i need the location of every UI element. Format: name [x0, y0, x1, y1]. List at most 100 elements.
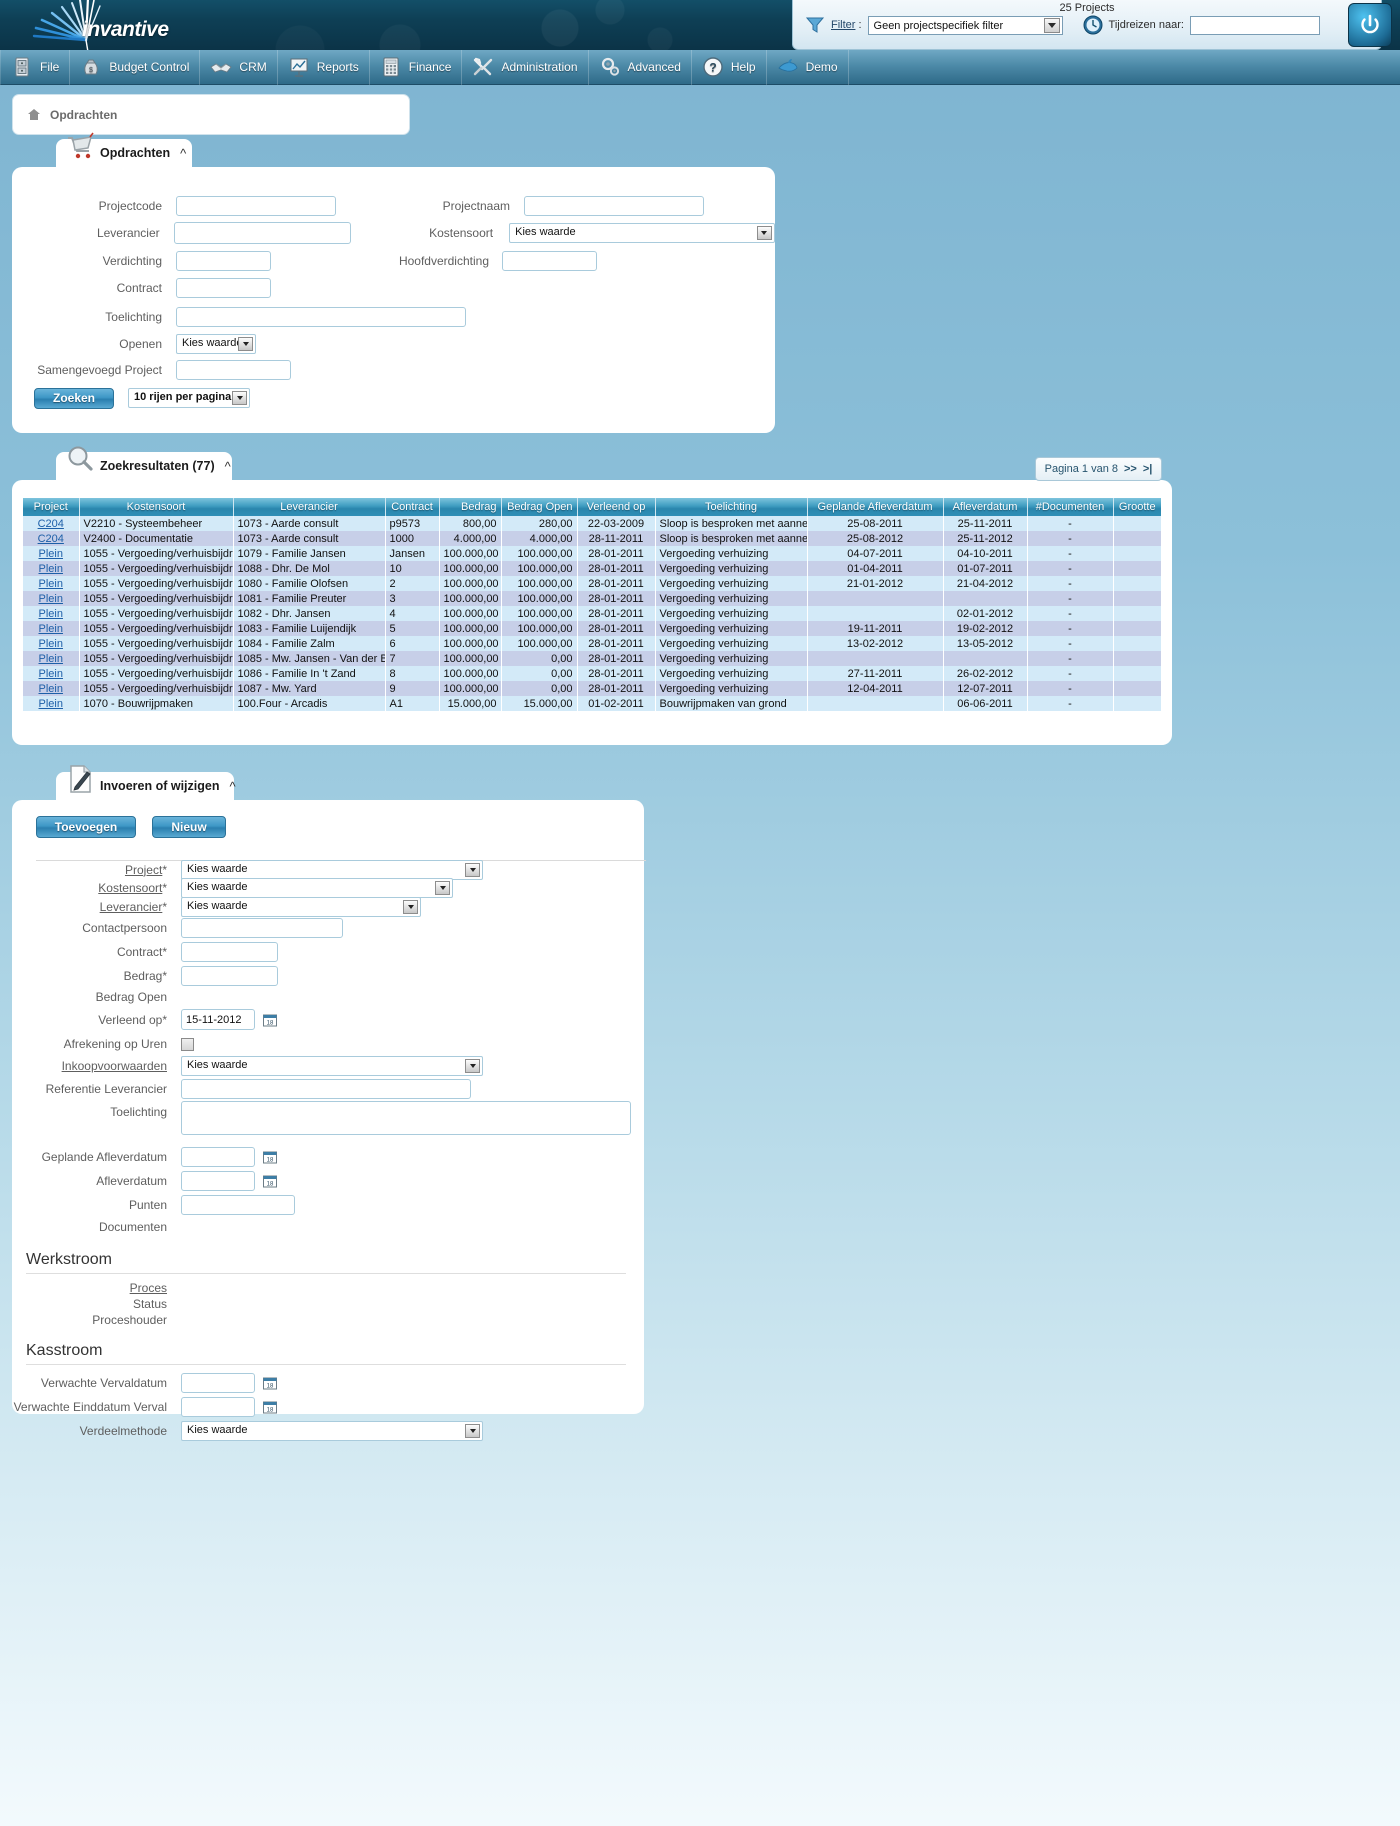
chevron-up-icon[interactable]: ^: [229, 779, 235, 794]
chevron-up-icon[interactable]: ^: [225, 459, 231, 474]
project-link[interactable]: Plein: [39, 593, 63, 605]
contract-input[interactable]: [176, 278, 271, 298]
cell-project[interactable]: Plein: [23, 636, 80, 651]
breadcrumb[interactable]: Opdrachten: [12, 94, 410, 135]
menu-item-demo[interactable]: Demo: [767, 49, 849, 85]
table-row[interactable]: Plein1055 - Vergoeding/verhuisbijdrage10…: [23, 621, 1162, 636]
project-link[interactable]: Plein: [39, 698, 63, 710]
chevron-down-icon[interactable]: [238, 337, 253, 351]
project-link[interactable]: Plein: [39, 653, 63, 665]
menu-item-administration[interactable]: Administration: [462, 49, 589, 85]
filter-link[interactable]: Filter: [831, 19, 855, 31]
chevron-down-icon[interactable]: [1043, 17, 1060, 33]
chevron-down-icon[interactable]: [435, 881, 450, 895]
inkoopvoorwaarden-label[interactable]: Inkoopvoorwaarden: [62, 1059, 167, 1073]
table-row[interactable]: Plein1055 - Vergoeding/verhuisbijdrage10…: [23, 651, 1162, 666]
project-link[interactable]: Plein: [39, 578, 63, 590]
cell-project[interactable]: Plein: [23, 561, 80, 576]
col-kostensoort[interactable]: Kostensoort: [79, 498, 234, 516]
col-documenten[interactable]: #Documenten: [1027, 498, 1114, 516]
calendar-icon[interactable]: 18: [263, 1400, 277, 1414]
menu-item-crm[interactable]: CRM: [200, 49, 278, 85]
calendar-icon[interactable]: 18: [263, 1013, 277, 1027]
referentie-leverancier-input[interactable]: [181, 1079, 471, 1099]
col-project[interactable]: Project: [23, 498, 80, 516]
project-label[interactable]: Project: [125, 863, 162, 877]
table-row[interactable]: C204 V2210 - Systeembeheer 1073 - Aarde co…: [23, 516, 1162, 531]
chevron-down-icon[interactable]: [403, 899, 418, 914]
cell-project[interactable]: Plein: [23, 681, 80, 696]
project-filter-select[interactable]: Geen projectspecifiek filter: [867, 15, 1063, 35]
calendar-icon[interactable]: 18: [263, 1150, 277, 1164]
contract-input[interactable]: [181, 942, 278, 962]
verdichting-input[interactable]: [176, 250, 271, 271]
rows-per-page-select[interactable]: 10 rijen per pagina: [128, 388, 250, 408]
search-button[interactable]: Zoeken: [34, 387, 114, 409]
time-travel-input[interactable]: [1189, 15, 1320, 35]
cell-project[interactable]: Plein: [23, 546, 80, 561]
col-contract[interactable]: Contract: [385, 498, 440, 516]
projectnaam-input[interactable]: [524, 196, 704, 216]
col-leverancier[interactable]: Leverancier: [233, 498, 386, 516]
bedrag-input[interactable]: [181, 965, 278, 986]
table-row[interactable]: Plein1055 - Vergoeding/verhuisbijdrage10…: [23, 561, 1162, 576]
punten-input[interactable]: [181, 1195, 295, 1215]
col-afleverdatum[interactable]: Afleverdatum: [943, 498, 1028, 516]
calendar-icon[interactable]: 18: [263, 1376, 277, 1390]
kostensoort-label[interactable]: Kostensoort: [98, 881, 162, 895]
project-link[interactable]: Plein: [39, 683, 63, 695]
proces-label[interactable]: Proces: [130, 1281, 167, 1295]
project-link[interactable]: Plein: [39, 548, 63, 560]
project-link[interactable]: Plein: [39, 668, 63, 680]
time-travel-clock-icon[interactable]: [1083, 15, 1103, 35]
project-link[interactable]: C204: [38, 533, 64, 545]
col-verleend-op[interactable]: Verleend op: [577, 498, 656, 516]
menu-item-help[interactable]: ? Help: [692, 49, 767, 85]
new-button[interactable]: Nieuw: [152, 816, 226, 838]
pager-next-button[interactable]: >>: [1124, 463, 1137, 475]
kostensoort-select[interactable]: Kies waarde: [181, 878, 453, 898]
project-link[interactable]: Plein: [39, 563, 63, 575]
leverancier-input[interactable]: [173, 222, 351, 244]
cell-project[interactable]: Plein: [23, 666, 80, 681]
geplande-afleverdatum-input[interactable]: [181, 1147, 255, 1167]
table-row[interactable]: Plein 1070 - Bouwrijpmaken 100.Four - Arca…: [23, 696, 1162, 711]
table-row[interactable]: Plein1055 - Vergoeding/verhuisbijdrage10…: [23, 591, 1162, 606]
contactpersoon-input[interactable]: [181, 918, 343, 938]
toelichting-textarea[interactable]: [181, 1101, 631, 1135]
chevron-down-icon[interactable]: [232, 391, 247, 405]
project-select[interactable]: Kies waarde: [181, 859, 483, 880]
project-link[interactable]: C204: [38, 518, 64, 530]
verdeelmethode-select[interactable]: Kies waarde: [181, 1421, 483, 1441]
chevron-down-icon[interactable]: [756, 226, 772, 240]
col-bedrag-open[interactable]: Bedrag Open: [501, 498, 578, 516]
cell-project[interactable]: C204: [23, 516, 80, 531]
table-row[interactable]: Plein1055 - Vergoeding/verhuisbijdrage10…: [23, 666, 1162, 681]
results-panel-tab[interactable]: Zoekresultaten (77) ^: [56, 446, 232, 480]
table-row[interactable]: C204 V2400 - Documentatie 1073 - Aarde con…: [23, 531, 1162, 546]
kostensoort-select[interactable]: Kies waarde: [509, 223, 775, 243]
samengevoegd-project-input[interactable]: [176, 360, 291, 380]
verwachte-einddatum-verval-input[interactable]: [181, 1397, 255, 1417]
chevron-down-icon[interactable]: [465, 862, 480, 877]
afrekening-op-uren-checkbox[interactable]: [181, 1037, 194, 1051]
cell-project[interactable]: C204: [23, 531, 80, 546]
power-button[interactable]: [1348, 3, 1392, 47]
verwachte-vervaldatum-input[interactable]: [181, 1373, 255, 1393]
cell-project[interactable]: Plein: [23, 576, 80, 591]
afleverdatum-input[interactable]: [181, 1171, 255, 1191]
table-row[interactable]: Plein1055 - Vergoeding/verhuisbijdrage10…: [23, 636, 1162, 651]
menu-item-finance[interactable]: Finance: [370, 49, 463, 85]
table-row[interactable]: Plein1055 - Vergoeding/verhuisbijdrage10…: [23, 576, 1162, 591]
leverancier-label[interactable]: Leverancier: [100, 900, 163, 914]
chevron-down-icon[interactable]: [465, 1059, 480, 1073]
toelichting-input[interactable]: [176, 306, 466, 327]
cell-project[interactable]: Plein: [23, 606, 80, 621]
search-panel-tab[interactable]: Opdrachten ^: [56, 132, 192, 167]
col-bedrag[interactable]: Bedrag: [439, 498, 502, 516]
cell-project[interactable]: Plein: [23, 696, 80, 711]
col-geplande-afleverdatum[interactable]: Geplande Afleverdatum: [807, 498, 944, 516]
verleend-op-input[interactable]: [181, 1009, 255, 1030]
project-link[interactable]: Plein: [39, 638, 63, 650]
add-button[interactable]: Toevoegen: [36, 816, 136, 838]
